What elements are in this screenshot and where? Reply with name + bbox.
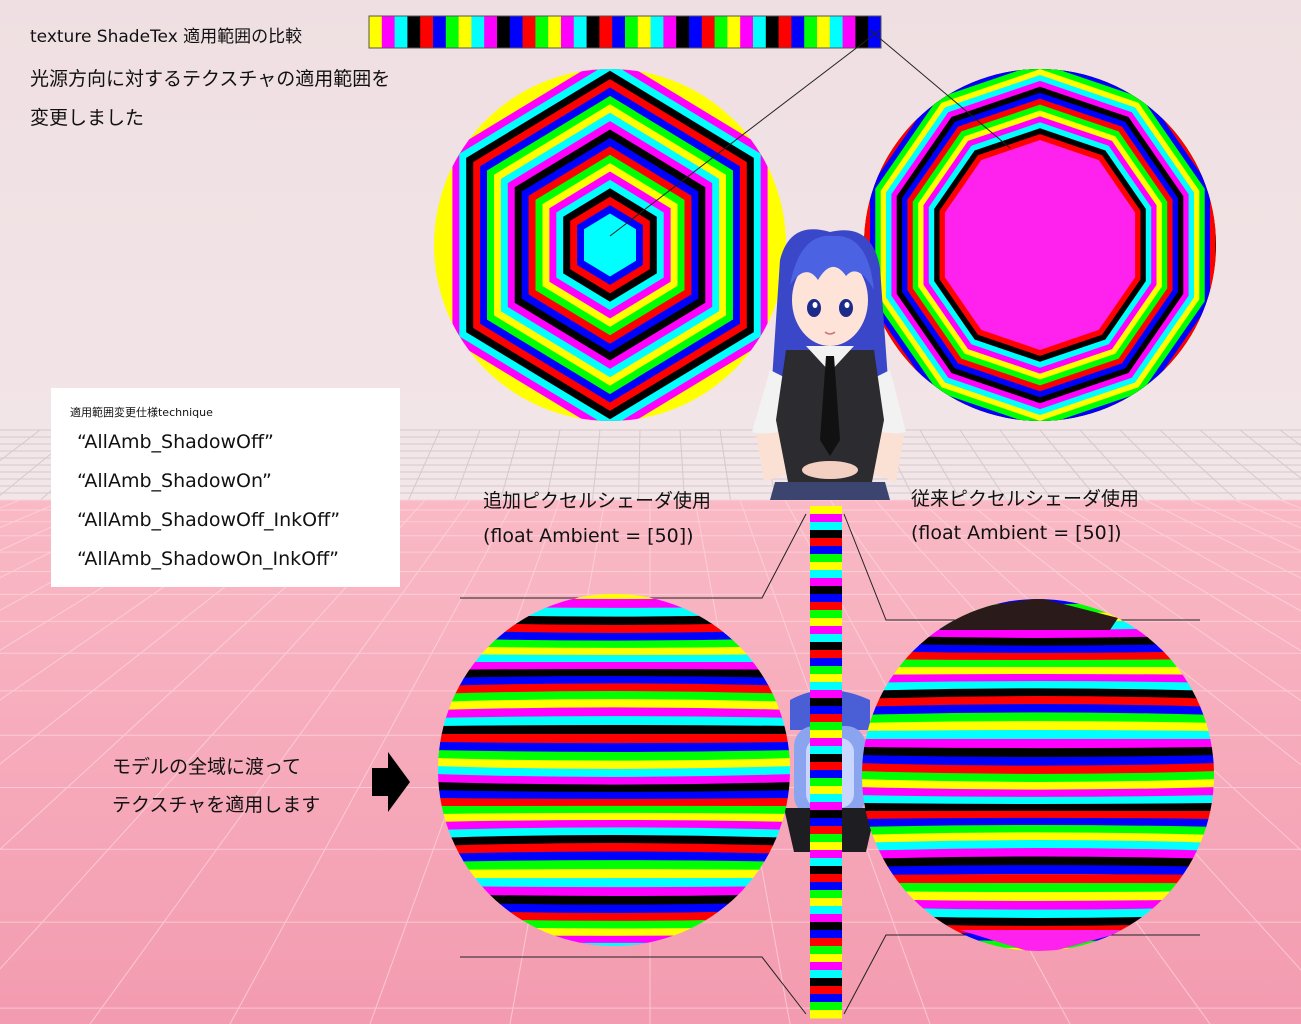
note-line-1: モデルの全域に渡って	[112, 756, 302, 778]
technique-item: “AllAmb_ShadowOn_InkOff”	[77, 548, 340, 570]
added-shader-ambient: (float Ambient = [50])	[483, 525, 694, 547]
technique-item: “AllAmb_ShadowOff”	[77, 431, 274, 453]
technique-panel: 適用範囲変更仕様technique “AllAmb_ShadowOff” “Al…	[51, 388, 400, 587]
note-line-2: テクスチャを適用します	[112, 794, 321, 816]
texture-strip-horizontal	[368, 15, 882, 49]
description-line-2: 変更しました	[30, 107, 145, 129]
added-shader-label: 追加ピクセルシェーダ使用	[483, 490, 712, 512]
description-line-1: 光源方向に対するテクスチャの適用範囲を	[30, 68, 391, 90]
legacy-shader-label: 従来ピクセルシェーダ使用	[911, 488, 1140, 510]
page-title: texture ShadeTex 適用範囲の比較	[30, 27, 303, 47]
technique-panel-heading: 適用範囲変更仕様technique	[70, 406, 213, 419]
texture-strip-vertical	[810, 506, 842, 1019]
legacy-shader-ambient: (float Ambient = [50])	[911, 522, 1122, 544]
technique-item: “AllAmb_ShadowOn”	[77, 470, 272, 492]
technique-item: “AllAmb_ShadowOff_InkOff”	[77, 509, 341, 531]
